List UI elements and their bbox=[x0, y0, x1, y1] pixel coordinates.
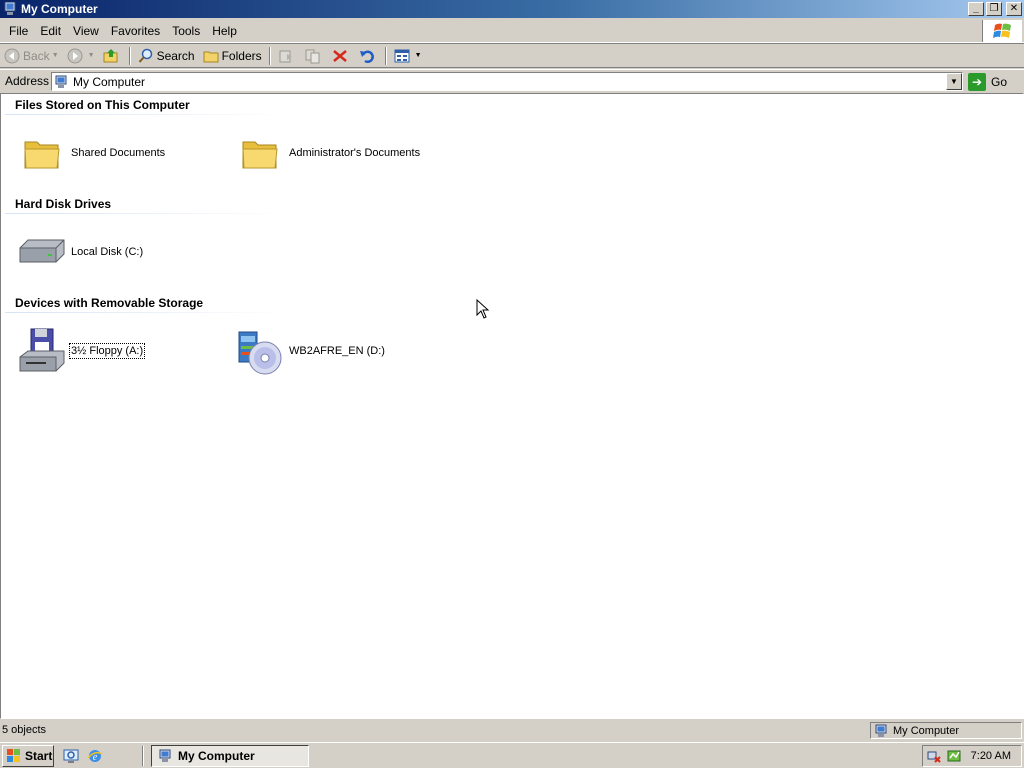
status-location: My Computer bbox=[870, 722, 1022, 739]
taskbar-separator bbox=[142, 746, 144, 766]
group-header-files: Files Stored on This Computer bbox=[15, 98, 190, 112]
search-label: Search bbox=[156, 48, 195, 63]
views-button[interactable]: ▼ bbox=[390, 45, 426, 67]
copy-to-icon bbox=[305, 48, 321, 64]
standard-toolbar: Back ▼ ▼ Search Folders ▼ bbox=[0, 44, 1024, 68]
menu-help[interactable]: Help bbox=[206, 22, 243, 40]
start-button[interactable]: Start bbox=[2, 744, 54, 767]
address-bar: Address My Computer ▼ ➔ Go bbox=[0, 69, 1024, 92]
forward-button[interactable]: ▼ bbox=[63, 45, 99, 67]
minimize-button[interactable]: _ bbox=[968, 2, 984, 16]
hard-disk-icon bbox=[16, 227, 68, 277]
move-to-icon bbox=[278, 48, 294, 64]
item-shared-documents[interactable]: Shared Documents bbox=[16, 128, 165, 178]
menu-view[interactable]: View bbox=[67, 22, 105, 40]
taskbar-item-my-computer[interactable]: My Computer bbox=[151, 745, 309, 767]
status-object-count: 5 objects bbox=[2, 724, 47, 736]
address-value: My Computer bbox=[73, 74, 146, 89]
item-label: WB2AFRE_EN (D:) bbox=[289, 345, 385, 357]
go-arrow-icon: ➔ bbox=[968, 72, 986, 91]
group-divider bbox=[5, 114, 290, 115]
show-desktop-icon[interactable] bbox=[62, 747, 80, 765]
group-header-removable: Devices with Removable Storage bbox=[15, 296, 204, 310]
status-location-label: My Computer bbox=[893, 724, 960, 737]
item-label: Administrator's Documents bbox=[289, 147, 421, 159]
windows-logo-icon bbox=[982, 20, 1022, 42]
delete-x-icon bbox=[332, 48, 348, 64]
menu-edit[interactable]: Edit bbox=[34, 22, 67, 40]
cd-drive-icon bbox=[234, 326, 286, 376]
menu-bar: File Edit View Favorites Tools Help bbox=[0, 19, 1024, 43]
address-label: Address bbox=[5, 74, 50, 88]
mouse-cursor-icon bbox=[476, 299, 490, 319]
start-label: Start bbox=[25, 748, 53, 763]
toolbar-separator bbox=[268, 46, 271, 65]
quick-launch: e bbox=[62, 747, 104, 765]
folder-icon bbox=[16, 128, 68, 178]
item-label: 3½ Floppy (A:) bbox=[68, 343, 146, 359]
address-input[interactable]: My Computer ▼ bbox=[51, 72, 963, 91]
item-local-disk-c[interactable]: Local Disk (C:) bbox=[16, 227, 143, 277]
clock: 7:20 AM bbox=[970, 750, 1011, 762]
tray-network-icon[interactable] bbox=[927, 748, 943, 764]
search-button[interactable]: Search bbox=[134, 45, 199, 67]
folder-icon bbox=[234, 128, 286, 178]
go-label: Go bbox=[991, 74, 1008, 89]
back-label: Back bbox=[23, 48, 50, 63]
system-tray: 7:20 AM bbox=[922, 745, 1022, 767]
folders-button[interactable]: Folders bbox=[199, 45, 266, 67]
group-divider bbox=[5, 213, 290, 214]
folder-up-icon bbox=[103, 48, 119, 64]
menu-favorites[interactable]: Favorites bbox=[105, 22, 166, 40]
taskbar-item-label: My Computer bbox=[178, 749, 255, 763]
item-cd-drive-d[interactable]: WB2AFRE_EN (D:) bbox=[234, 326, 385, 376]
chevron-down-icon[interactable]: ▼ bbox=[946, 73, 962, 90]
internet-explorer-icon[interactable]: e bbox=[86, 747, 104, 765]
search-icon bbox=[138, 48, 154, 64]
move-to-button[interactable] bbox=[274, 45, 301, 67]
close-button[interactable]: ✕ bbox=[1006, 2, 1022, 16]
undo-arrow-icon bbox=[359, 48, 375, 64]
status-bar: 5 objects My Computer bbox=[0, 720, 1024, 741]
item-administrators-documents[interactable]: Administrator's Documents bbox=[234, 128, 420, 178]
restore-button[interactable]: ❐ bbox=[986, 2, 1002, 16]
item-label: Local Disk (C:) bbox=[71, 246, 144, 258]
toolbar-separator bbox=[128, 46, 131, 65]
toolbar-separator bbox=[384, 46, 387, 65]
my-computer-icon bbox=[54, 74, 70, 90]
go-button[interactable]: ➔ Go bbox=[968, 72, 1007, 91]
group-header-hard-disks: Hard Disk Drives bbox=[15, 197, 112, 211]
my-computer-icon bbox=[2, 1, 18, 17]
group-divider bbox=[5, 312, 290, 313]
chevron-down-icon[interactable]: ▼ bbox=[52, 52, 59, 59]
delete-button[interactable] bbox=[328, 45, 355, 67]
copy-to-button[interactable] bbox=[301, 45, 328, 67]
my-computer-icon bbox=[874, 723, 890, 739]
my-computer-icon bbox=[158, 748, 174, 764]
folders-label: Folders bbox=[221, 48, 262, 63]
forward-arrow-icon bbox=[67, 48, 83, 64]
menu-tools[interactable]: Tools bbox=[166, 22, 206, 40]
item-floppy-a[interactable]: 3½ Floppy (A:) bbox=[16, 326, 146, 376]
up-button[interactable] bbox=[99, 45, 126, 67]
chevron-down-icon[interactable]: ▼ bbox=[415, 52, 422, 59]
taskbar: Start e My Computer 7:20 AM bbox=[0, 742, 1024, 768]
undo-button[interactable] bbox=[355, 45, 382, 67]
window-title: My Computer bbox=[21, 2, 98, 16]
tray-status-icon[interactable] bbox=[947, 748, 963, 764]
chevron-down-icon[interactable]: ▼ bbox=[88, 52, 95, 59]
folders-icon bbox=[203, 48, 219, 64]
title-bar[interactable]: My Computer _ ❐ ✕ bbox=[0, 0, 1024, 18]
menu-file[interactable]: File bbox=[3, 22, 34, 40]
back-arrow-icon bbox=[4, 48, 20, 64]
windows-flag-icon bbox=[6, 748, 22, 764]
views-grid-icon bbox=[394, 48, 410, 64]
back-button[interactable]: Back ▼ bbox=[0, 45, 63, 67]
floppy-drive-icon bbox=[16, 326, 68, 376]
item-label: Shared Documents bbox=[71, 147, 166, 159]
file-list-pane[interactable]: Files Stored on This Computer Shared Doc… bbox=[0, 93, 1024, 719]
